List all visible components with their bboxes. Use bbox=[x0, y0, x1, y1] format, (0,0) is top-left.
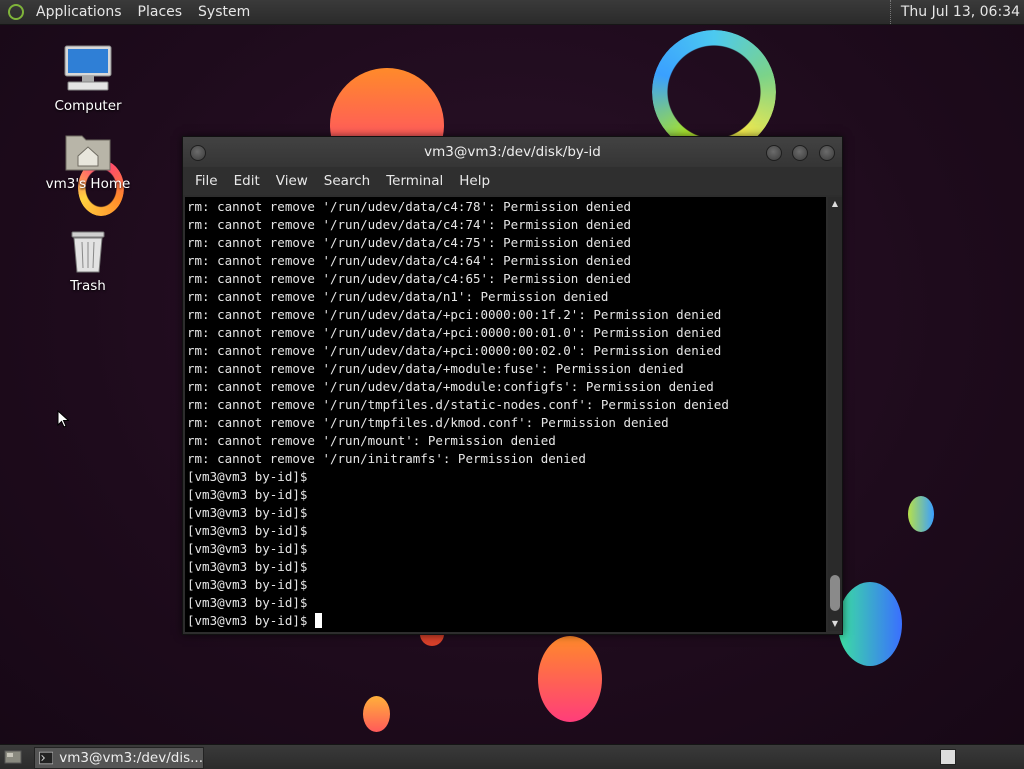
terminal-line: rm: cannot remove '/run/udev/data/+pci:0… bbox=[187, 343, 722, 358]
terminal-line: rm: cannot remove '/run/udev/data/c4:64'… bbox=[187, 253, 632, 268]
terminal-line: rm: cannot remove '/run/udev/data/c4:65'… bbox=[187, 271, 632, 286]
terminal-scrollbar[interactable]: ▲ ▼ bbox=[828, 197, 842, 631]
mouse-pointer-icon bbox=[57, 410, 69, 428]
terminal-line: rm: cannot remove '/run/initramfs': Perm… bbox=[187, 451, 586, 466]
menu-help[interactable]: Help bbox=[451, 173, 498, 189]
scroll-up-arrow-icon[interactable]: ▲ bbox=[830, 199, 840, 209]
text-cursor bbox=[314, 613, 322, 628]
terminal-line: [vm3@vm3 by-id]$ bbox=[187, 487, 308, 502]
menu-terminal[interactable]: Terminal bbox=[378, 173, 451, 189]
menu-view[interactable]: View bbox=[268, 173, 316, 189]
terminal-line: [vm3@vm3 by-id]$ bbox=[187, 559, 308, 574]
terminal-menubar: File Edit View Search Terminal Help bbox=[183, 167, 842, 195]
terminal-line: [vm3@vm3 by-id]$ bbox=[187, 523, 308, 538]
minimize-button[interactable] bbox=[766, 145, 782, 161]
terminal-line: rm: cannot remove '/run/udev/data/+pci:0… bbox=[187, 307, 722, 322]
menu-search[interactable]: Search bbox=[316, 173, 378, 189]
desktop-icon-label: Computer bbox=[54, 98, 122, 114]
bottom-panel: vm3@vm3:/dev/dis... bbox=[0, 744, 1024, 769]
terminal-line: [vm3@vm3 by-id]$ bbox=[187, 541, 308, 556]
terminal-prompt: [vm3@vm3 by-id]$ bbox=[187, 613, 315, 628]
desktop-icon-computer[interactable]: Computer bbox=[43, 44, 133, 114]
show-desktop-icon[interactable] bbox=[4, 748, 22, 766]
window-title: vm3@vm3:/dev/disk/by-id bbox=[424, 144, 601, 160]
top-panel: Applications Places System Thu Jul 13, 0… bbox=[0, 0, 1024, 25]
terminal-line: rm: cannot remove '/run/tmpfiles.d/kmod.… bbox=[187, 415, 669, 430]
terminal-line: [vm3@vm3 by-id]$ bbox=[187, 505, 308, 520]
menu-system[interactable]: System bbox=[190, 0, 258, 24]
home-folder-icon bbox=[65, 135, 111, 171]
desktop-icon-label: Trash bbox=[70, 278, 106, 294]
terminal-lines: rm: cannot remove '/run/udev/data/c4:78'… bbox=[185, 198, 826, 612]
terminal-line: [vm3@vm3 by-id]$ bbox=[187, 469, 308, 484]
terminal-icon bbox=[39, 751, 54, 765]
scrollbar-thumb[interactable] bbox=[830, 575, 840, 611]
terminal-line: rm: cannot remove '/run/tmpfiles.d/stati… bbox=[187, 397, 729, 412]
desktop-icon-trash[interactable]: Trash bbox=[43, 228, 133, 294]
menu-applications[interactable]: Applications bbox=[28, 0, 130, 24]
terminal-line: rm: cannot remove '/run/udev/data/c4:78'… bbox=[187, 199, 632, 214]
computer-icon bbox=[64, 45, 112, 91]
desktop-icon-home[interactable]: vm3's Home bbox=[43, 128, 133, 192]
trash-icon bbox=[71, 231, 105, 273]
maximize-button[interactable] bbox=[792, 145, 808, 161]
clock[interactable]: Thu Jul 13, 06:34 bbox=[889, 0, 1020, 24]
decor-small-pill bbox=[908, 496, 934, 532]
decor-small-orange-dot bbox=[363, 696, 390, 732]
window-menu-button[interactable] bbox=[190, 145, 206, 161]
window-titlebar[interactable]: vm3@vm3:/dev/disk/by-id bbox=[183, 137, 842, 167]
terminal-line: rm: cannot remove '/run/udev/data/c4:74'… bbox=[187, 217, 632, 232]
workspace-switcher[interactable] bbox=[940, 749, 956, 765]
terminal-line: rm: cannot remove '/run/udev/data/n1': P… bbox=[187, 289, 609, 304]
terminal-output[interactable]: rm: cannot remove '/run/udev/data/c4:78'… bbox=[185, 197, 826, 632]
close-button[interactable] bbox=[819, 145, 835, 161]
desktop-icon-label: vm3's Home bbox=[45, 176, 131, 192]
menu-file[interactable]: File bbox=[187, 173, 226, 189]
menu-edit[interactable]: Edit bbox=[226, 173, 268, 189]
decor-orange-oval bbox=[538, 636, 602, 722]
terminal-line: rm: cannot remove '/run/mount': Permissi… bbox=[187, 433, 556, 448]
terminal-line: rm: cannot remove '/run/udev/data/+modul… bbox=[187, 361, 684, 376]
decor-blue-green-oval bbox=[838, 582, 902, 666]
terminal-line: rm: cannot remove '/run/udev/data/+pci:0… bbox=[187, 325, 722, 340]
distro-logo-icon[interactable] bbox=[8, 4, 24, 20]
terminal-line: [vm3@vm3 by-id]$ bbox=[187, 577, 308, 592]
menu-places[interactable]: Places bbox=[130, 0, 191, 24]
terminal-prompt-line[interactable]: [vm3@vm3 by-id]$ bbox=[185, 612, 826, 630]
terminal-window[interactable]: vm3@vm3:/dev/disk/by-id File Edit View S… bbox=[182, 136, 843, 635]
terminal-line: [vm3@vm3 by-id]$ bbox=[187, 595, 308, 610]
terminal-line: rm: cannot remove '/run/udev/data/+modul… bbox=[187, 379, 714, 394]
terminal-line: rm: cannot remove '/run/udev/data/c4:75'… bbox=[187, 235, 632, 250]
scroll-down-arrow-icon[interactable]: ▼ bbox=[830, 619, 840, 629]
taskbar-button-terminal[interactable]: vm3@vm3:/dev/dis... bbox=[34, 747, 204, 769]
taskbar-button-label: vm3@vm3:/dev/dis... bbox=[59, 750, 203, 766]
